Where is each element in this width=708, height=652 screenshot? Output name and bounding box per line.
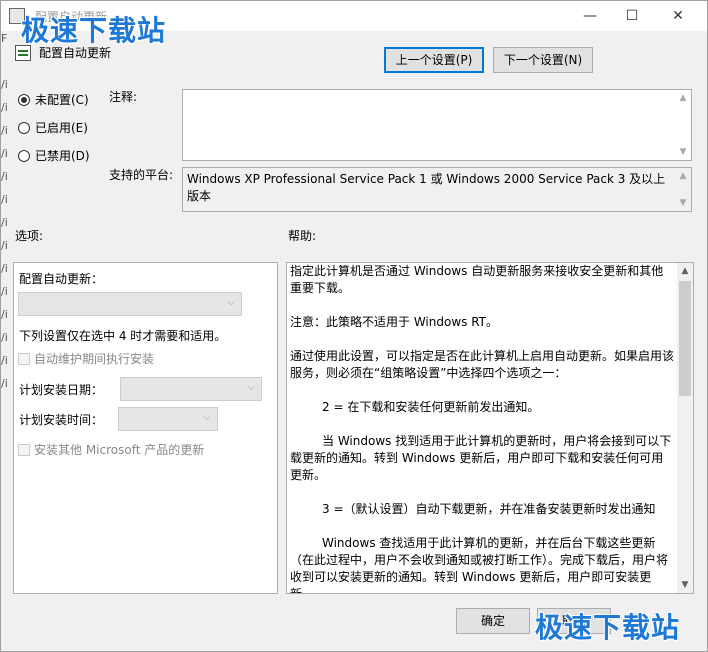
close-button[interactable]: ✕ (655, 1, 701, 31)
help-text: 指定此计算机是否通过 Windows 自动更新服务来接收安全更新和其他重要下载。… (290, 263, 675, 594)
strip-text: /i (1, 262, 8, 275)
platform-value: Windows XP Professional Service Pack 1 或… (187, 172, 666, 203)
chevron-down-icon: ⌵ (227, 297, 235, 308)
help-scrollbar[interactable]: ▲ ▼ (677, 263, 693, 593)
install-time-label: 计划安装时间： (19, 413, 104, 427)
chevron-down-icon: ⌵ (203, 412, 211, 423)
ok-button[interactable]: 确定 (456, 608, 530, 634)
install-time-dropdown[interactable]: ⌵ (118, 407, 218, 431)
configure-updates-dropdown[interactable]: ⌵ (18, 292, 242, 316)
radio-unselected-icon (18, 122, 30, 134)
strip-text: F (1, 32, 8, 45)
radio-label: 已启用(E) (35, 121, 88, 135)
checkbox-icon (18, 444, 30, 456)
minimize-button[interactable]: — (567, 1, 613, 31)
checkbox-label: 自动维护期间执行安装 (34, 352, 155, 366)
watermark-logo: 极速下载站 (21, 14, 167, 47)
help-paragraph: 3 =（默认设置）自动下载更新，并在准备安装更新时发出通知 (322, 502, 656, 516)
checkbox-label: 安装其他 Microsoft 产品的更新 (34, 443, 205, 457)
install-day-label: 计划安装日期： (19, 383, 104, 397)
help-paragraph: 通过使用此设置，可以指定是否在此计算机上启用自动更新。如果启用该服务，则必须在“… (290, 349, 675, 380)
strip-text: /i (1, 308, 8, 321)
strip-text: /i (1, 331, 8, 344)
strip-text: /i (1, 239, 8, 252)
strip-text: /i (1, 285, 8, 298)
scroll-down-icon[interactable]: ▼ (677, 577, 693, 593)
radio-selected-icon (18, 94, 30, 106)
strip-text: /i (1, 377, 8, 390)
strip-text: /i (1, 170, 8, 183)
scroll-up-icon[interactable]: ▲ (675, 168, 691, 184)
strip-text: /i (1, 354, 8, 367)
comment-textarea[interactable]: ▲ ▼ (182, 89, 692, 161)
scrollbar-thumb[interactable] (679, 281, 691, 396)
help-paragraph: 注意：此策略不适用于 Windows RT。 (290, 315, 498, 329)
strip-text: /i (1, 101, 8, 114)
options-panel: 配置自动更新： ⌵ 下列设置仅在选中 4 时才需要和适用。 自动维护期间执行安装… (13, 262, 278, 594)
radio-unselected-icon (18, 150, 30, 162)
help-paragraph: Windows 查找适用于此计算机的更新，并在后台下载这些更新（在此过程中，用户… (290, 536, 669, 594)
help-paragraph: 当 Windows 找到适用于此计算机的更新时，用户将会接到可以下载更新的通知。… (290, 434, 672, 482)
checkbox-icon (18, 353, 30, 365)
chevron-down-icon: ⌵ (247, 382, 255, 393)
supported-platform-label: 支持的平台: (109, 168, 174, 182)
strip-text: /i (1, 78, 8, 91)
configure-updates-label: 配置自动更新： (19, 272, 104, 286)
help-label: 帮助: (288, 229, 317, 243)
install-day-dropdown[interactable]: ⌵ (120, 377, 262, 401)
supported-platform-text: Windows XP Professional Service Pack 1 或… (182, 167, 692, 212)
scroll-up-icon[interactable]: ▲ (677, 263, 693, 279)
platform-scrollbar[interactable]: ▲ ▼ (675, 168, 691, 211)
radio-label: 未配置(C) (35, 93, 89, 107)
watermark-logo: 极速下载站 (535, 611, 681, 644)
options-note: 下列设置仅在选中 4 时才需要和适用。 (19, 329, 227, 343)
strip-text: /i (1, 124, 8, 137)
options-label: 选项: (15, 229, 44, 243)
dialog-window: 配置自动更新 — ☐ ✕ F /i /i /i /i /i /i /i /i /… (0, 0, 708, 652)
help-paragraph: 2 = 在下载和安装任何更新前发出通知。 (322, 400, 540, 414)
help-paragraph: 指定此计算机是否通过 Windows 自动更新服务来接收安全更新和其他重要下载。 (290, 264, 664, 295)
strip-text: /i (1, 193, 8, 206)
background-window-strip: F /i /i /i /i /i /i /i /i /i /i /i /i /i… (1, 31, 11, 461)
strip-text: /i (1, 216, 8, 229)
radio-label: 已禁用(D) (35, 149, 90, 163)
strip-text: /i (1, 147, 8, 160)
scroll-down-icon[interactable]: ▼ (675, 144, 691, 160)
next-setting-button[interactable]: 下一个设置(N) (493, 47, 593, 73)
comment-label: 注释: (109, 90, 138, 104)
comment-scrollbar[interactable]: ▲ ▼ (675, 90, 691, 160)
help-panel[interactable]: 指定此计算机是否通过 Windows 自动更新服务来接收安全更新和其他重要下载。… (286, 262, 694, 594)
maximize-button[interactable]: ☐ (609, 1, 655, 31)
scroll-down-icon[interactable]: ▼ (675, 195, 691, 211)
scroll-up-icon[interactable]: ▲ (675, 90, 691, 106)
previous-setting-button[interactable]: 上一个设置(P) (384, 47, 484, 73)
